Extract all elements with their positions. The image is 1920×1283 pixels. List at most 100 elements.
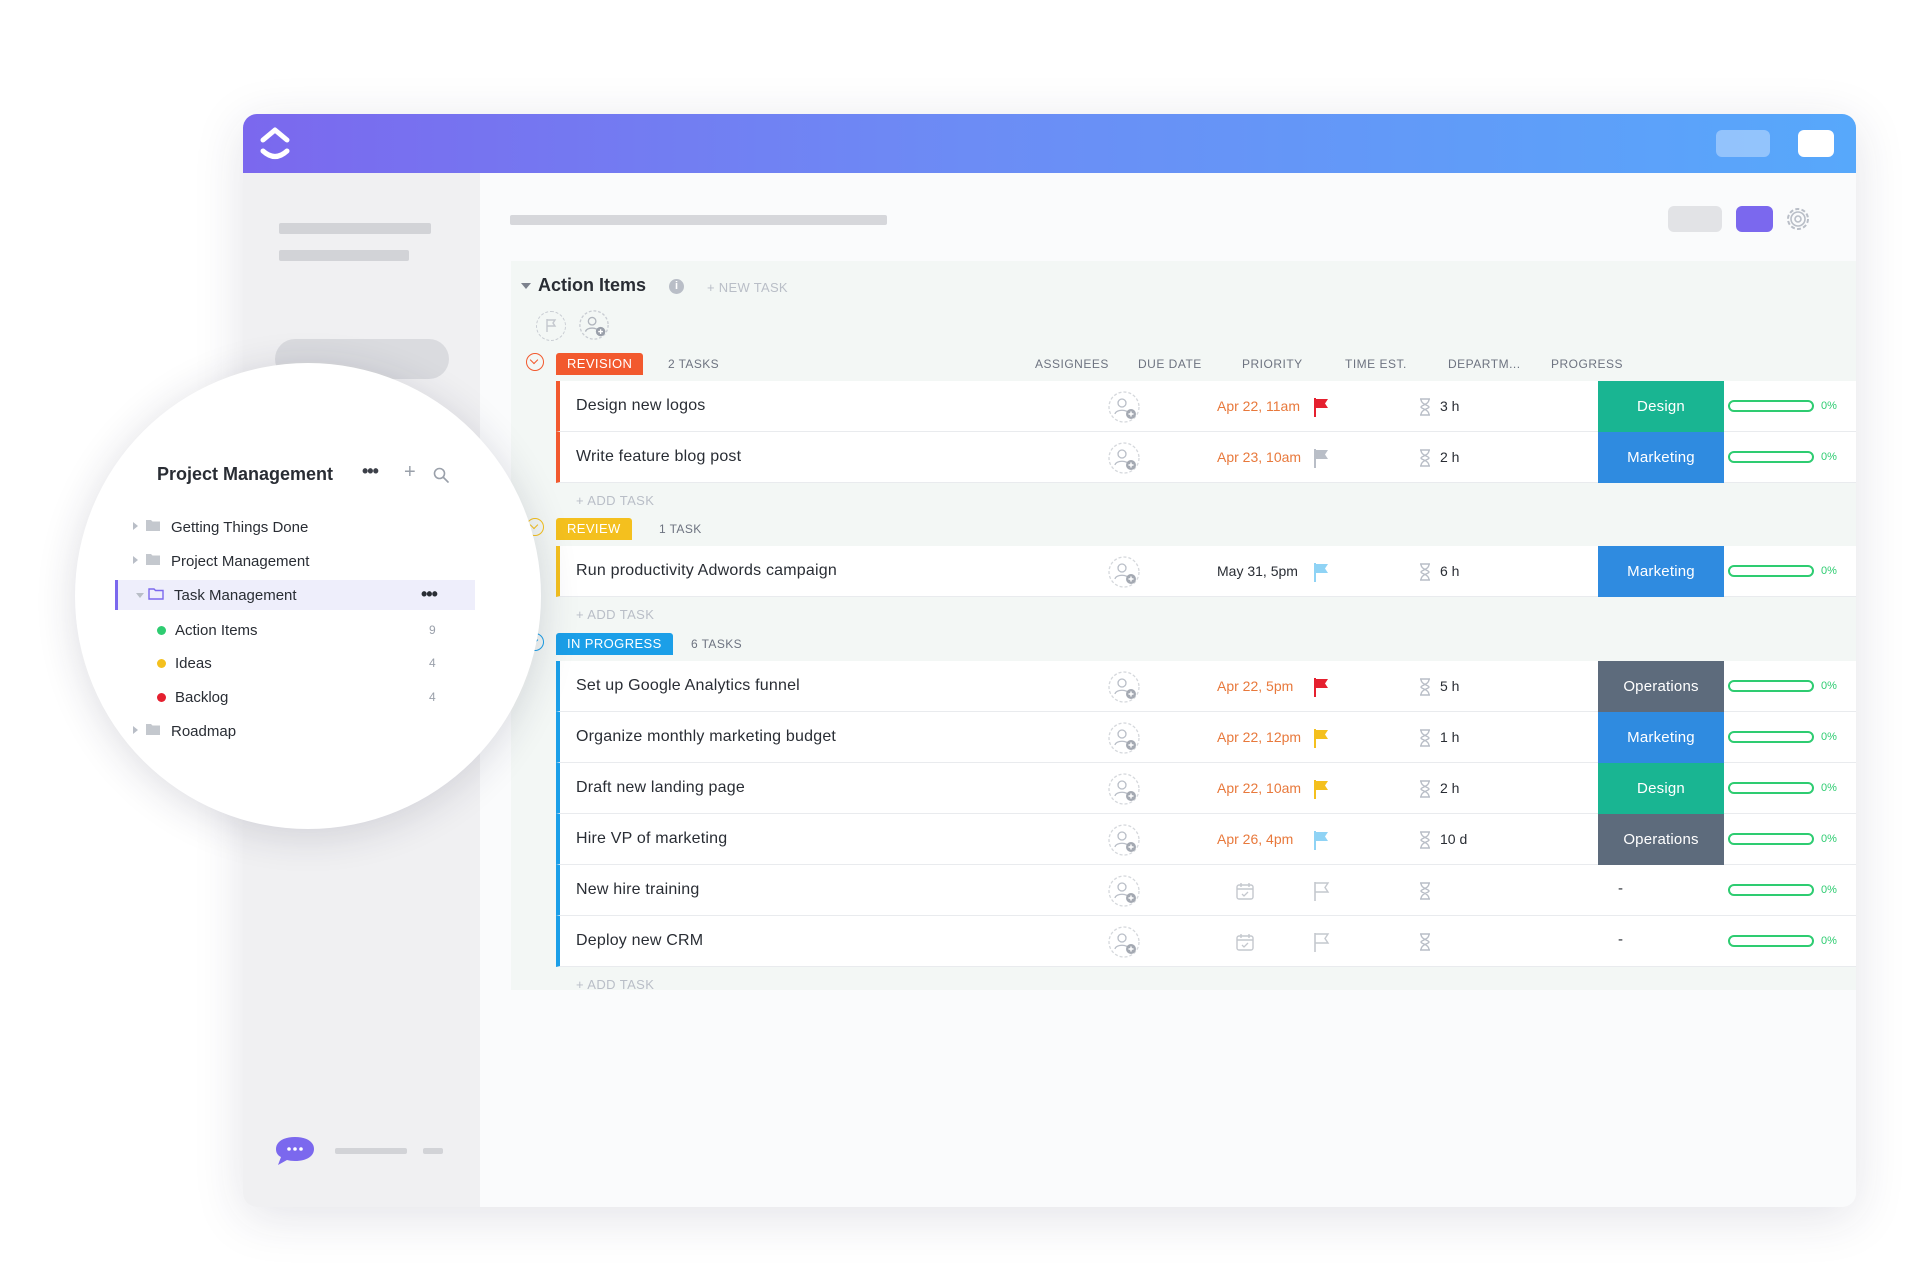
task-row[interactable]: Organize monthly marketing budget Apr 22,… bbox=[556, 712, 1856, 763]
calendar-icon[interactable] bbox=[1233, 879, 1257, 903]
expand-caret-icon[interactable] bbox=[133, 556, 138, 564]
priority-flag-icon[interactable] bbox=[1312, 829, 1332, 851]
priority-flag-icon[interactable] bbox=[1312, 931, 1332, 953]
priority-flag-icon[interactable] bbox=[1312, 676, 1332, 698]
task-name[interactable]: Set up Google Analytics funnel bbox=[576, 677, 800, 695]
department-tag[interactable]: Operations bbox=[1598, 661, 1724, 712]
time-estimate[interactable]: 6 h bbox=[1440, 563, 1459, 579]
task-name[interactable]: New hire training bbox=[576, 881, 699, 899]
add-task-button[interactable]: + ADD TASK bbox=[576, 977, 654, 992]
assignee-add-icon[interactable] bbox=[1107, 823, 1141, 857]
due-date[interactable]: May 31, 5pm bbox=[1217, 563, 1298, 579]
expand-caret-icon[interactable] bbox=[136, 593, 144, 598]
hourglass-icon[interactable] bbox=[1417, 778, 1433, 800]
time-estimate[interactable]: 5 h bbox=[1440, 678, 1459, 694]
add-task-button[interactable]: + ADD TASK bbox=[576, 493, 654, 508]
sidebar-item[interactable]: Task Management ••• bbox=[115, 580, 475, 610]
column-header-due-date[interactable]: DUE DATE bbox=[1138, 357, 1202, 371]
hourglass-icon[interactable] bbox=[1417, 931, 1433, 953]
time-estimate[interactable]: 3 h bbox=[1440, 398, 1459, 414]
department-empty[interactable]: - bbox=[1618, 880, 1623, 897]
task-name[interactable]: Organize monthly marketing budget bbox=[576, 728, 836, 746]
department-tag[interactable]: Marketing bbox=[1598, 712, 1724, 763]
department-empty[interactable]: - bbox=[1618, 931, 1623, 948]
priority-flag-icon[interactable] bbox=[1312, 727, 1332, 749]
priority-flag-icon[interactable] bbox=[1312, 447, 1332, 469]
calendar-icon[interactable] bbox=[1233, 930, 1257, 954]
gear-icon[interactable] bbox=[1783, 204, 1813, 234]
info-icon[interactable]: i bbox=[669, 279, 684, 294]
topbar-button-primary[interactable] bbox=[1798, 130, 1834, 157]
time-estimate[interactable]: 1 h bbox=[1440, 729, 1459, 745]
assignee-add-icon[interactable] bbox=[1107, 925, 1141, 959]
add-task-row[interactable]: + ADD TASK bbox=[556, 967, 1856, 1000]
task-row[interactable]: Hire VP of marketing Apr 26, 4pm 10 d Opera… bbox=[556, 814, 1856, 865]
hourglass-icon[interactable] bbox=[1417, 561, 1433, 583]
more-options-icon[interactable]: ••• bbox=[421, 584, 438, 605]
task-name[interactable]: Run productivity Adwords campaign bbox=[576, 562, 837, 580]
search-icon[interactable] bbox=[433, 467, 449, 483]
task-name[interactable]: Draft new landing page bbox=[576, 779, 745, 797]
due-date[interactable]: Apr 22, 10am bbox=[1217, 780, 1301, 796]
task-row[interactable]: New hire training - 0% bbox=[556, 865, 1856, 916]
department-tag[interactable]: Operations bbox=[1598, 814, 1724, 865]
time-estimate[interactable]: 2 h bbox=[1440, 780, 1459, 796]
sidebar-item[interactable]: Ideas 4 bbox=[115, 648, 475, 678]
assignee-add-icon[interactable] bbox=[1107, 721, 1141, 755]
priority-flag-icon[interactable] bbox=[1312, 561, 1332, 583]
collapse-caret-icon[interactable] bbox=[521, 283, 531, 289]
hourglass-icon[interactable] bbox=[1417, 676, 1433, 698]
status-badge[interactable]: IN PROGRESS bbox=[556, 633, 673, 655]
sidebar-item[interactable]: Backlog 4 bbox=[115, 682, 475, 712]
due-date[interactable]: Apr 22, 12pm bbox=[1217, 729, 1301, 745]
task-row[interactable]: Set up Google Analytics funnel Apr 22, 5p… bbox=[556, 661, 1856, 712]
assignee-add-icon[interactable] bbox=[1107, 874, 1141, 908]
department-tag[interactable]: Marketing bbox=[1598, 546, 1724, 597]
due-date[interactable]: Apr 23, 10am bbox=[1217, 449, 1301, 465]
column-header-department[interactable]: DEPARTM... bbox=[1448, 357, 1521, 371]
due-date[interactable]: Apr 22, 5pm bbox=[1217, 678, 1293, 694]
assignee-add-icon[interactable] bbox=[1107, 670, 1141, 704]
task-name[interactable]: Hire VP of marketing bbox=[576, 830, 727, 848]
task-row[interactable]: Run productivity Adwords campaign May 31,… bbox=[556, 546, 1856, 597]
column-header-progress[interactable]: PROGRESS bbox=[1551, 357, 1623, 371]
assignee-add-icon[interactable] bbox=[1107, 390, 1141, 424]
priority-filter-button[interactable] bbox=[536, 311, 566, 341]
task-row[interactable]: Write feature blog post Apr 23, 10am 2 h Ma… bbox=[556, 432, 1856, 483]
hourglass-icon[interactable] bbox=[1417, 727, 1433, 749]
task-row[interactable]: Design new logos Apr 22, 11am 3 h Design 0% bbox=[556, 381, 1856, 432]
due-date[interactable]: Apr 26, 4pm bbox=[1217, 831, 1293, 847]
hourglass-icon[interactable] bbox=[1417, 447, 1433, 469]
assignee-add-icon[interactable] bbox=[1107, 772, 1141, 806]
clickup-logo-icon[interactable] bbox=[257, 124, 293, 164]
department-tag[interactable]: Marketing bbox=[1598, 432, 1724, 483]
expand-caret-icon[interactable] bbox=[133, 726, 138, 734]
add-task-row[interactable]: + ADD TASK bbox=[556, 597, 1856, 630]
more-options-icon[interactable]: ••• bbox=[362, 461, 379, 482]
new-task-button[interactable]: + NEW TASK bbox=[707, 280, 788, 295]
time-estimate[interactable]: 2 h bbox=[1440, 449, 1459, 465]
assignee-add-icon[interactable] bbox=[1107, 441, 1141, 475]
task-row[interactable]: Deploy new CRM - 0% bbox=[556, 916, 1856, 967]
priority-flag-icon[interactable] bbox=[1312, 880, 1332, 902]
view-toggle-button-active[interactable] bbox=[1736, 206, 1773, 232]
due-date[interactable]: Apr 22, 11am bbox=[1217, 398, 1300, 414]
topbar-button[interactable] bbox=[1716, 130, 1770, 157]
assignee-filter-icon[interactable] bbox=[578, 309, 610, 341]
expand-caret-icon[interactable] bbox=[133, 522, 138, 530]
add-task-button[interactable]: + ADD TASK bbox=[576, 607, 654, 622]
view-toggle-button[interactable] bbox=[1668, 206, 1722, 232]
task-row[interactable]: Draft new landing page Apr 22, 10am 2 h Des… bbox=[556, 763, 1856, 814]
chat-icon[interactable] bbox=[274, 1135, 316, 1167]
hourglass-icon[interactable] bbox=[1417, 829, 1433, 851]
add-icon[interactable]: + bbox=[404, 461, 416, 484]
hourglass-icon[interactable] bbox=[1417, 396, 1433, 418]
sidebar-item[interactable]: Roadmap bbox=[115, 716, 475, 746]
sidebar-item[interactable]: Project Management bbox=[115, 546, 475, 576]
column-header-assignees[interactable]: ASSIGNEES bbox=[1035, 357, 1109, 371]
status-badge[interactable]: REVIEW bbox=[556, 518, 632, 540]
sidebar-item[interactable]: Getting Things Done bbox=[115, 512, 475, 542]
status-badge[interactable]: REVISION bbox=[556, 353, 644, 375]
department-tag[interactable]: Design bbox=[1598, 763, 1724, 814]
collapse-toggle-icon[interactable] bbox=[526, 353, 544, 371]
